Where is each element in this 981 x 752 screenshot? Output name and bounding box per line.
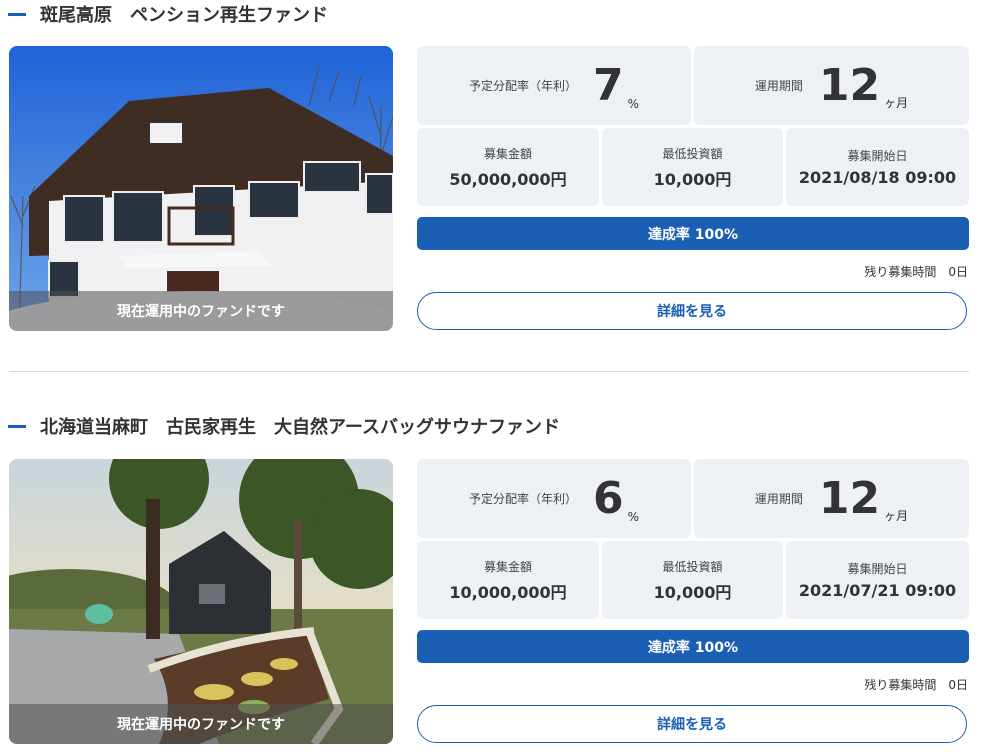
start-date-value: 2021/08/18 09:00 xyxy=(798,168,957,187)
start-date-label: 募集開始日 xyxy=(847,149,908,163)
start-date-value: 2021/07/21 09:00 xyxy=(798,581,957,600)
period-value: 12 xyxy=(818,472,881,524)
amount-value: 50,000,000円 xyxy=(449,169,567,189)
rate-unit: % xyxy=(627,510,640,524)
fund-title-text: 北海道当麻町 古民家再生 大自然アースバッグサウナファンド xyxy=(40,417,561,438)
fund-title: 斑尾高原 ペンション再生ファンド xyxy=(8,0,328,28)
rate-value: 7 xyxy=(592,59,624,111)
rate-unit: % xyxy=(627,97,640,111)
progress-bar: 達成率 100% xyxy=(417,217,969,250)
fund-title-text: 斑尾高原 ペンション再生ファンド xyxy=(40,5,328,26)
detail-button[interactable]: 詳細を見る xyxy=(417,705,967,743)
photo-caption: 現在運用中のファンドです xyxy=(9,291,393,331)
amount-box: 募集金額 10,000,000円 xyxy=(417,541,599,619)
period-label: 運用期間 xyxy=(754,79,803,93)
remaining-time: 残り募集時間 0日 xyxy=(864,678,968,692)
fund-photo[interactable]: 現在運用中のファンドです xyxy=(9,459,393,744)
min-invest-label: 最低投資額 xyxy=(662,559,723,574)
title-dash-icon xyxy=(8,12,26,16)
min-invest-value: 10,000円 xyxy=(653,169,732,189)
detail-button[interactable]: 詳細を見る xyxy=(417,292,967,330)
min-invest-label: 最低投資額 xyxy=(662,146,723,161)
amount-box: 募集金額 50,000,000円 xyxy=(417,128,599,206)
fund-title: 北海道当麻町 古民家再生 大自然アースバッグサウナファンド xyxy=(8,412,560,440)
rate-label: 予定分配率（年利） xyxy=(468,492,577,506)
sauna-photo xyxy=(9,459,393,744)
divider xyxy=(9,371,969,372)
fund-photo[interactable]: 現在運用中のファンドです xyxy=(9,46,393,331)
rate-value: 6 xyxy=(592,472,624,524)
period-unit: ヶ月 xyxy=(884,96,909,110)
pension-photo xyxy=(9,46,393,331)
amount-label: 募集金額 xyxy=(483,559,532,574)
period-unit: ヶ月 xyxy=(884,509,909,523)
start-date-label: 募集開始日 xyxy=(847,562,908,576)
min-invest-box: 最低投資額 10,000円 xyxy=(602,128,783,206)
min-invest-box: 最低投資額 10,000円 xyxy=(602,541,783,619)
period-box: 運用期間 12 ヶ月 xyxy=(694,46,969,125)
amount-label: 募集金額 xyxy=(483,146,532,161)
remaining-time: 残り募集時間 0日 xyxy=(864,265,968,279)
min-invest-value: 10,000円 xyxy=(653,582,732,602)
start-date-box: 募集開始日 2021/08/18 09:00 xyxy=(786,128,969,206)
progress-bar: 達成率 100% xyxy=(417,630,969,663)
photo-caption: 現在運用中のファンドです xyxy=(9,704,393,744)
amount-value: 10,000,000円 xyxy=(449,582,567,602)
rate-box: 予定分配率（年利） 6 % xyxy=(417,459,691,538)
period-value: 12 xyxy=(818,59,881,111)
period-box: 運用期間 12 ヶ月 xyxy=(694,459,969,538)
period-label: 運用期間 xyxy=(754,492,803,506)
rate-label: 予定分配率（年利） xyxy=(468,79,577,93)
title-dash-icon xyxy=(8,424,26,428)
start-date-box: 募集開始日 2021/07/21 09:00 xyxy=(786,541,969,619)
rate-box: 予定分配率（年利） 7 % xyxy=(417,46,691,125)
